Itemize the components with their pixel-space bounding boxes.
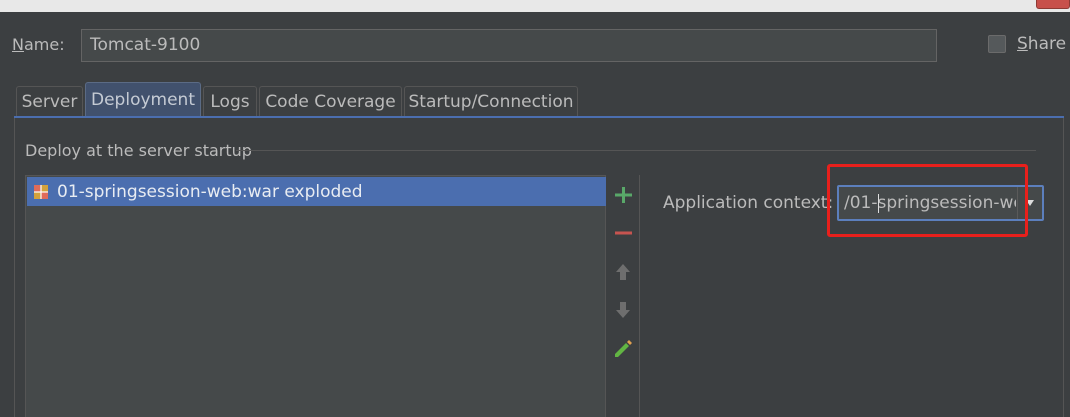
- artifact-icon: [34, 184, 48, 199]
- application-context-label: Application context:: [663, 193, 834, 213]
- tab-deployment[interactable]: Deployment: [85, 82, 201, 116]
- close-icon[interactable]: [1036, 0, 1070, 9]
- artifact-list[interactable]: 01-springsession-web:war exploded: [25, 175, 606, 417]
- annotation-highlight-box: [827, 164, 1028, 237]
- tab-code-coverage[interactable]: Code Coverage: [259, 86, 402, 116]
- window-titlebar: [0, 0, 1070, 12]
- name-input[interactable]: Tomcat-9100: [81, 29, 937, 62]
- add-icon[interactable]: [612, 184, 634, 206]
- checkbox-icon[interactable]: [988, 35, 1006, 53]
- remove-icon[interactable]: [612, 222, 634, 244]
- tab-logs[interactable]: Logs: [203, 86, 257, 116]
- list-item[interactable]: 01-springsession-web:war exploded: [27, 177, 606, 206]
- group-title: Deploy at the server startup: [25, 141, 252, 160]
- name-label: Name:: [12, 35, 65, 54]
- tab-server[interactable]: Server: [16, 86, 83, 116]
- artifact-label: 01-springsession-web:war exploded: [57, 181, 363, 202]
- move-down-icon[interactable]: [612, 299, 634, 321]
- list-toolbar: [606, 175, 640, 417]
- share-label: Share: [1017, 34, 1067, 54]
- move-up-icon[interactable]: [612, 261, 634, 283]
- share-checkbox[interactable]: Share: [988, 34, 1066, 54]
- tab-startup-connection[interactable]: Startup/Connection: [404, 86, 578, 116]
- group-divider: [236, 150, 1036, 151]
- edit-icon[interactable]: [612, 338, 634, 360]
